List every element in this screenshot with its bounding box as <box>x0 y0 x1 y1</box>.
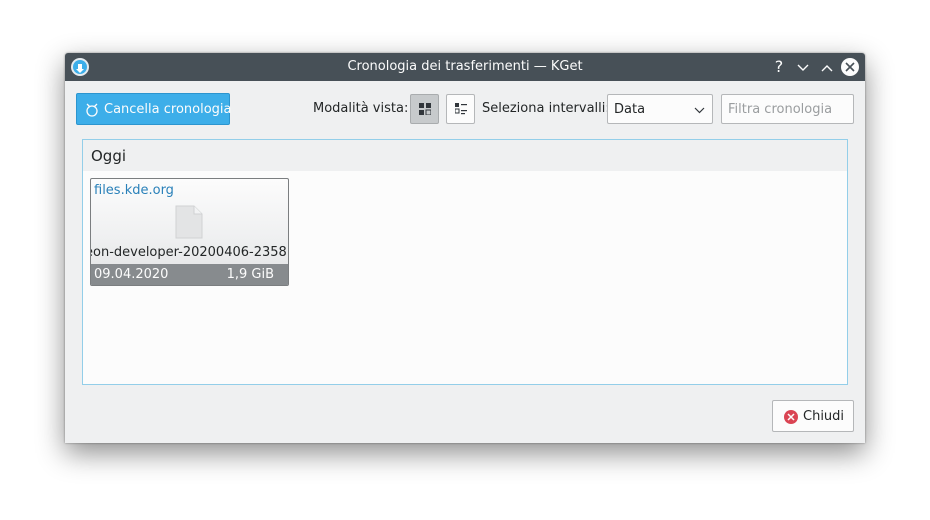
history-dialog: Cronologia dei trasferimenti — KGet ? Ca… <box>65 53 865 443</box>
group-header[interactable]: Oggi <box>83 140 847 171</box>
history-view: Oggi files.kde.org eon-developer-2020040… <box>82 139 848 385</box>
clear-history-label: Cancella cronologia <box>104 102 232 117</box>
range-label: Seleziona intervalli: <box>482 101 610 116</box>
item-filename: eon-developer-20200406-2358.iso <box>90 245 288 260</box>
chevron-down-icon <box>694 107 705 114</box>
clear-history-icon <box>85 103 99 121</box>
download-item[interactable]: files.kde.org eon-developer-20200406-235… <box>90 178 289 286</box>
close-window-icon[interactable] <box>841 58 859 76</box>
title-bar[interactable]: Cronologia dei trasferimenti — KGet ? <box>65 53 865 81</box>
close-icon <box>784 410 798 424</box>
window-title: Cronologia dei trasferimenti — KGet <box>347 59 583 74</box>
clear-history-button[interactable]: Cancella cronologia <box>76 93 232 125</box>
close-label: Chiudi <box>803 409 845 424</box>
range-select-value: Data <box>614 102 646 117</box>
file-icon <box>175 205 203 243</box>
list-view-icon <box>455 103 467 115</box>
filter-history-input[interactable] <box>721 94 854 124</box>
minimize-icon[interactable] <box>793 57 813 77</box>
item-size: 1,9 GiB <box>226 267 274 282</box>
icon-view-button[interactable] <box>410 94 439 124</box>
range-select[interactable]: Data <box>607 94 713 124</box>
icon-view-icon <box>419 103 431 115</box>
group-title: Oggi <box>91 147 127 165</box>
item-date: 09.04.2020 <box>94 267 169 282</box>
close-button[interactable]: Chiudi <box>772 400 854 432</box>
help-icon[interactable]: ? <box>769 57 789 77</box>
maximize-icon[interactable] <box>817 57 837 77</box>
item-host: files.kde.org <box>94 183 174 198</box>
list-view-button[interactable] <box>446 94 475 124</box>
view-mode-label: Modalità vista: <box>313 101 409 116</box>
item-footer: 09.04.2020 1,9 GiB <box>91 264 288 285</box>
